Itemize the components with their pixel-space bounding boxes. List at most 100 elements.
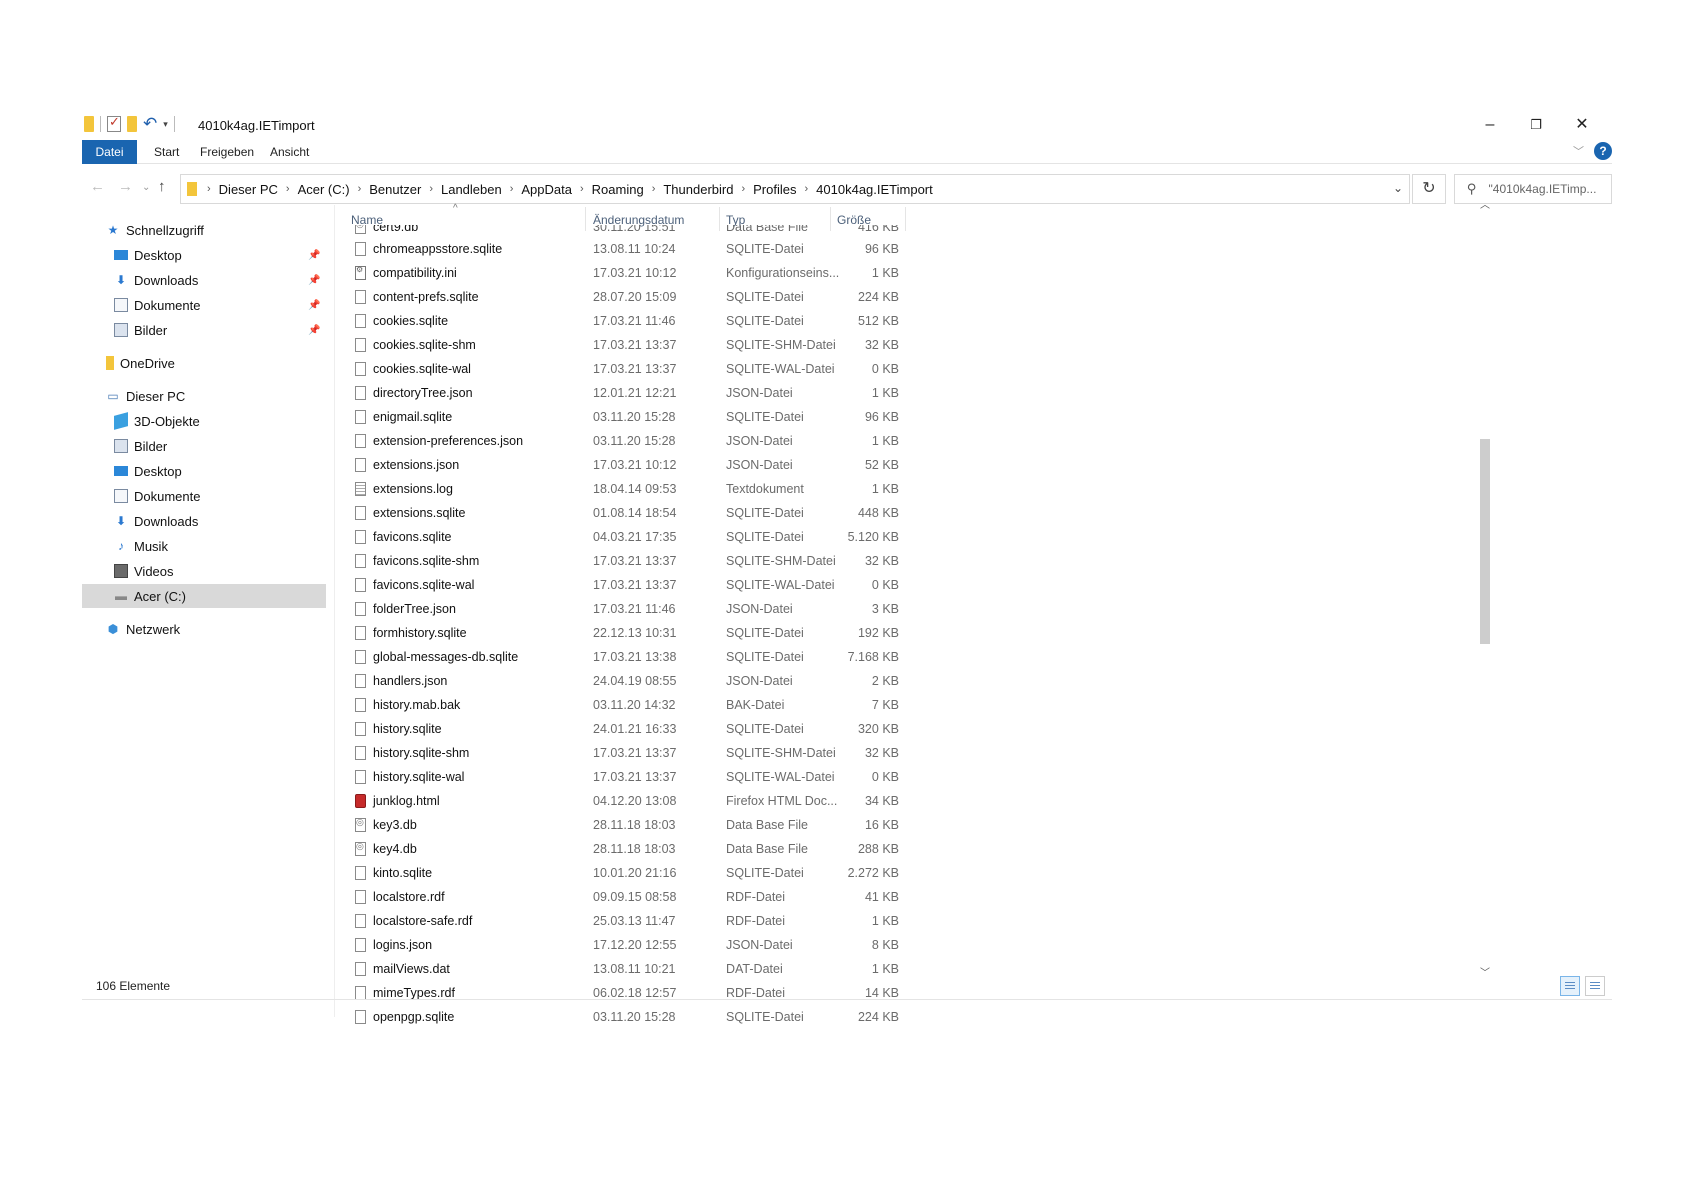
nav-item-videos[interactable]: Videos — [82, 559, 326, 583]
pin-icon[interactable]: 📌 — [308, 275, 320, 286]
table-row[interactable]: global-messages-db.sqlite 17.03.21 13:38 S… — [335, 647, 935, 669]
breadcrumb-item[interactable]: Benutzer — [369, 182, 421, 197]
table-row[interactable]: history.sqlite-shm 17.03.21 13:37 SQLITE-S… — [335, 743, 935, 765]
breadcrumb-item[interactable]: Thunderbird — [663, 182, 733, 197]
breadcrumb-item[interactable]: AppData — [521, 182, 572, 197]
help-button[interactable]: ? — [1594, 142, 1612, 160]
table-row[interactable]: extensions.sqlite 01.08.14 18:54 SQLITE-Da… — [335, 503, 935, 525]
nav-item-bilder[interactable]: Bilder 📌 — [82, 318, 326, 342]
pin-icon[interactable]: 📌 — [308, 250, 320, 261]
table-row[interactable]: cookies.sqlite-shm 17.03.21 13:37 SQLITE-S… — [335, 335, 935, 357]
properties-icon[interactable] — [107, 114, 121, 132]
breadcrumb-separator-icon[interactable]: › — [207, 183, 211, 195]
nav-item-desktop[interactable]: Desktop 📌 — [82, 243, 326, 267]
table-row[interactable]: enigmail.sqlite 03.11.20 15:28 SQLITE-Date… — [335, 407, 935, 429]
table-row[interactable]: extensions.log 18.04.14 09:53 Textdokument… — [335, 479, 935, 501]
address-dropdown-chevron-icon[interactable]: ⌄ — [1393, 181, 1403, 195]
file-icon — [355, 626, 366, 640]
table-row[interactable]: key3.db 28.11.18 18:03 Data Base File 16 KB — [335, 815, 935, 837]
nav-item-dokumente[interactable]: Dokumente 📌 — [82, 293, 326, 317]
maximize-button[interactable]: ❐ — [1513, 112, 1559, 138]
nav-item-acer-c[interactable]: ▬ Acer (C:) — [82, 584, 326, 608]
table-row[interactable]: history.mab.bak 03.11.20 14:32 BAK-Datei 7 … — [335, 695, 935, 717]
nav-item-dieser-pc[interactable]: ▭ Dieser PC — [82, 384, 326, 408]
refresh-button[interactable]: ↻ — [1412, 174, 1446, 204]
table-row[interactable]: directoryTree.json 12.01.21 12:21 JSON-Dat… — [335, 383, 935, 405]
breadcrumb-item[interactable]: Acer (C:) — [298, 182, 350, 197]
table-row[interactable]: favicons.sqlite-shm 17.03.21 13:37 SQLITE-… — [335, 551, 935, 573]
nav-item-bilder[interactable]: Bilder — [82, 434, 326, 458]
nav-item-dokumente[interactable]: Dokumente — [82, 484, 326, 508]
table-row[interactable]: logins.json 17.12.20 12:55 JSON-Datei 8 KB — [335, 935, 935, 957]
close-button[interactable]: ✕ — [1559, 112, 1605, 138]
table-row[interactable]: content-prefs.sqlite 28.07.20 15:09 SQLITE… — [335, 287, 935, 309]
tab-ansicht[interactable]: Ansicht — [260, 140, 319, 164]
file-date: 13.08.11 10:24 — [593, 242, 676, 256]
file-date: 17.03.21 10:12 — [593, 458, 677, 472]
table-row[interactable]: cert9.db 30.11.20 15:51 Data Base File 416 … — [335, 225, 935, 237]
pin-icon[interactable]: 📌 — [308, 325, 320, 336]
table-row[interactable]: history.sqlite-wal 17.03.21 13:37 SQLITE-W… — [335, 767, 935, 789]
breadcrumb-separator-icon[interactable]: › — [580, 183, 584, 195]
large-icons-view-button[interactable] — [1585, 976, 1605, 996]
nav-item-desktop[interactable]: Desktop — [82, 459, 326, 483]
table-row[interactable]: key4.db 28.11.18 18:03 Data Base File 288 K… — [335, 839, 935, 861]
tab-datei[interactable]: Datei — [82, 140, 137, 164]
table-row[interactable]: kinto.sqlite 10.01.20 21:16 SQLITE-Datei 2.… — [335, 863, 935, 885]
table-row[interactable]: chromeappsstore.sqlite 13.08.11 10:24 SQLI… — [335, 239, 935, 261]
nav-item-onedrive[interactable]: OneDrive — [82, 351, 326, 375]
back-arrow-icon[interactable]: ← — [90, 178, 105, 195]
table-row[interactable]: junklog.html 04.12.20 13:08 Firefox HTML D… — [335, 791, 935, 813]
nav-item-3d-objekte[interactable]: 3D-Objekte — [82, 409, 326, 433]
scroll-up-arrow-icon[interactable]: ︿ — [1480, 196, 1490, 211]
undo-icon[interactable]: ↶ — [143, 115, 157, 132]
table-row[interactable]: localstore.rdf 09.09.15 08:58 RDF-Datei 41 … — [335, 887, 935, 909]
breadcrumb-item[interactable]: Roaming — [592, 182, 644, 197]
table-row[interactable]: favicons.sqlite-wal 17.03.21 13:37 SQLITE-… — [335, 575, 935, 597]
breadcrumb-separator-icon[interactable]: › — [286, 183, 290, 195]
table-row[interactable]: extension-preferences.json 03.11.20 15:28… — [335, 431, 935, 453]
customize-toolbar-chevron-icon[interactable]: ▾ — [163, 119, 168, 130]
breadcrumb-separator-icon[interactable]: › — [805, 183, 809, 195]
forward-arrow-icon[interactable]: → — [118, 178, 133, 195]
minimize-button[interactable]: – — [1467, 112, 1513, 138]
table-row[interactable]: localstore-safe.rdf 25.03.13 11:47 RDF-Dat… — [335, 911, 935, 933]
vertical-scrollbar[interactable]: ︿ ﹀ — [1477, 196, 1493, 980]
nav-item-downloads[interactable]: ⬇ Downloads 📌 — [82, 268, 326, 292]
breadcrumb-separator-icon[interactable]: › — [358, 183, 362, 195]
table-row[interactable]: extensions.json 17.03.21 10:12 JSON-Datei 5… — [335, 455, 935, 477]
breadcrumb-item[interactable]: 4010k4ag.IETimport — [816, 182, 933, 197]
nav-item-musik[interactable]: ♪ Musik — [82, 534, 326, 558]
breadcrumb-separator-icon[interactable]: › — [510, 183, 514, 195]
nav-item-downloads[interactable]: ⬇ Downloads — [82, 509, 326, 533]
tab-start[interactable]: Start — [144, 140, 189, 164]
table-row[interactable]: favicons.sqlite 04.03.21 17:35 SQLITE-Date… — [335, 527, 935, 549]
breadcrumb-separator-icon[interactable]: › — [429, 183, 433, 195]
address-bar[interactable]: › Dieser PC › Acer (C:) › Benutzer › Lan… — [180, 174, 1410, 204]
pin-icon[interactable]: 📌 — [308, 300, 320, 311]
breadcrumb-item[interactable]: Profiles — [753, 182, 796, 197]
desktop-icon — [114, 250, 128, 260]
scrollbar-thumb[interactable] — [1480, 439, 1490, 644]
table-row[interactable]: folderTree.json 17.03.21 11:46 JSON-Datei 3… — [335, 599, 935, 621]
table-row[interactable]: cookies.sqlite 17.03.21 11:46 SQLITE-Datei… — [335, 311, 935, 333]
file-name: cookies.sqlite-shm — [373, 338, 476, 352]
tab-freigeben[interactable]: Freigeben — [190, 140, 264, 164]
breadcrumb-item[interactable]: Landleben — [441, 182, 502, 197]
breadcrumb-item[interactable]: Dieser PC — [219, 182, 278, 197]
table-row[interactable]: compatibility.ini 17.03.21 10:12 Konfigura… — [335, 263, 935, 285]
expand-ribbon-chevron-icon[interactable]: ﹀ — [1573, 143, 1584, 159]
details-view-button[interactable] — [1560, 976, 1580, 996]
nav-item-schnellzugriff[interactable]: ★ Schnellzugriff — [82, 218, 326, 242]
new-folder-icon[interactable] — [127, 116, 137, 132]
table-row[interactable]: history.sqlite 24.01.21 16:33 SQLITE-Datei… — [335, 719, 935, 741]
up-arrow-icon[interactable]: ↑ — [158, 178, 166, 195]
table-row[interactable]: openpgp.sqlite 03.11.20 15:28 SQLITE-Datei… — [335, 1007, 935, 1029]
nav-item-netzwerk[interactable]: ⬢ Netzwerk — [82, 617, 326, 641]
recent-locations-chevron-icon[interactable]: ⌄ — [142, 182, 150, 193]
table-row[interactable]: formhistory.sqlite 22.12.13 10:31 SQLITE-D… — [335, 623, 935, 645]
table-row[interactable]: cookies.sqlite-wal 17.03.21 13:37 SQLITE-W… — [335, 359, 935, 381]
breadcrumb-separator-icon[interactable]: › — [652, 183, 656, 195]
table-row[interactable]: handlers.json 24.04.19 08:55 JSON-Datei 2 K… — [335, 671, 935, 693]
breadcrumb-separator-icon[interactable]: › — [741, 183, 745, 195]
